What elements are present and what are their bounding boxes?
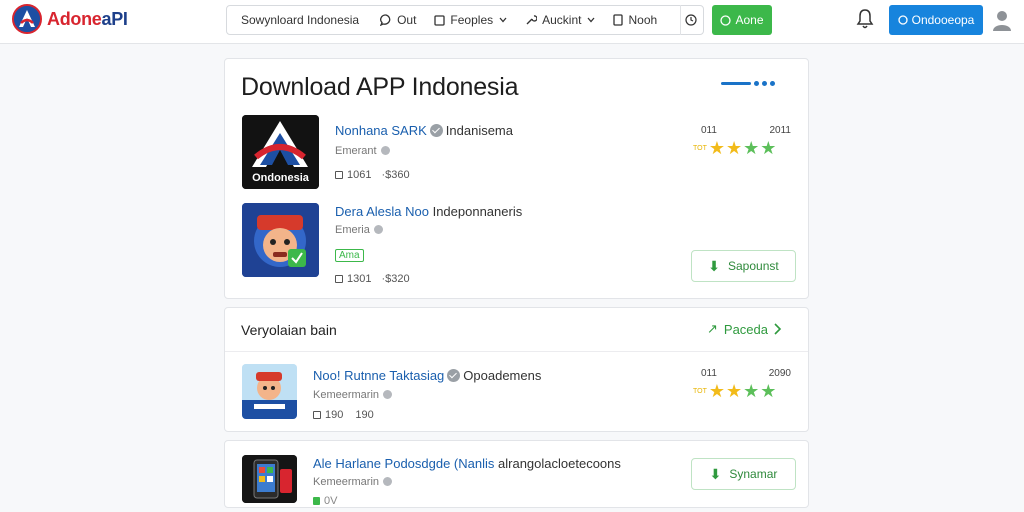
info-icon [373, 225, 383, 234]
section-link[interactable]: ↗ Paceda [707, 321, 782, 337]
more-options-icon[interactable] [721, 81, 775, 86]
app-icon-caption: Ondonesia [252, 172, 309, 184]
circle-check-icon [720, 14, 732, 26]
brand-logo[interactable]: AdoneaPI [12, 4, 128, 34]
app-stats: 1301 ·$320 [335, 273, 410, 285]
app-category: Emeria [335, 224, 383, 236]
nav-feoples[interactable]: Feoples [425, 5, 516, 35]
wrench-icon [526, 15, 538, 25]
nav-nooh[interactable]: Nooh [604, 5, 666, 35]
green-flag-icon [313, 497, 320, 505]
top-bar: AdoneaPI Sowynloard Indonesia Out Feople… [0, 0, 1024, 44]
download-arrow-icon: ⬇ [709, 465, 722, 482]
section-card: Veryolaian bain ↗ Paceda Noo! Rutnne Tak… [224, 307, 809, 432]
app-title[interactable]: Nonhana SARK Indanisema [335, 123, 513, 138]
blue-action-button[interactable]: Ondooeopa [889, 5, 983, 35]
avatar[interactable] [990, 8, 1014, 37]
chevron-right-icon [774, 323, 782, 335]
download-card: Download APP Indonesia Ondonesia Nonhana… [224, 58, 809, 299]
app-icon-noo[interactable] [242, 364, 297, 419]
clock-icon[interactable] [681, 14, 701, 26]
chevron-down-icon [587, 17, 595, 23]
section-title: Veryolaian bain [241, 322, 337, 338]
star-icon: ★ [760, 381, 777, 401]
square-icon [434, 14, 446, 26]
install-button[interactable]: ⬇ Sapounst [691, 250, 796, 282]
verified-icon [447, 369, 461, 382]
rating: 011 2090 TOT ★ ★ ★ ★ [693, 368, 791, 401]
download-arrow-icon: ⬇ [708, 257, 720, 274]
main-nav: Sowynloard Indonesia Out Feoples Auckint… [226, 5, 704, 35]
app-title[interactable]: Ale Harlane Podosdgde (Nanlis alrangolac… [313, 456, 621, 471]
verified-icon [429, 124, 443, 137]
chevron-down-icon [499, 17, 507, 23]
bell-icon[interactable] [855, 8, 875, 35]
app-category: Kemeermarin [313, 476, 393, 488]
trend-icon: ↗ [707, 321, 718, 336]
app-category: Emerant [335, 145, 390, 157]
app-stats: 190 190 [313, 409, 374, 421]
star-icon: ★ [760, 138, 777, 158]
star-icon: ★ [708, 138, 726, 158]
rating: 011 2011 TOT ★ ★ ★ ★ [693, 125, 791, 158]
star-icon: ★ [743, 381, 760, 401]
star-rating: TOT ★ ★ ★ ★ [693, 381, 777, 401]
info-icon [383, 477, 393, 486]
info-icon [380, 146, 390, 155]
download-icon [335, 275, 343, 283]
app-icon-nonhana[interactable]: Ondonesia [242, 115, 319, 189]
app-stats: 1061 ·$360 [335, 169, 410, 181]
app-category: Kemeermarin [313, 389, 393, 401]
logo-icon [12, 4, 42, 34]
star-icon: ★ [743, 138, 760, 158]
star-icon: ★ [726, 138, 743, 158]
info-icon [383, 390, 393, 399]
star-icon: ★ [726, 381, 743, 401]
page-title: Download APP Indonesia [241, 73, 519, 101]
nav-download-indonesia[interactable]: Sowynloard Indonesia [227, 5, 371, 35]
download-icon [313, 411, 321, 419]
circle-icon [897, 15, 908, 25]
download-icon [335, 171, 343, 179]
section-header: Veryolaian bain ↗ Paceda [225, 308, 808, 352]
app-stats: 0V [313, 495, 337, 507]
star-rating: TOT ★ ★ ★ ★ [693, 138, 777, 158]
app-icon-ale[interactable] [242, 455, 297, 503]
nav-auckint[interactable]: Auckint [516, 5, 604, 35]
app-badge: Ama [335, 249, 364, 262]
app-icon-dera[interactable] [242, 203, 319, 277]
brand-name: AdoneaPI [47, 8, 128, 29]
star-icon: ★ [708, 381, 726, 401]
phone-icon [613, 14, 624, 26]
install-button[interactable]: ⬇ Synamar [691, 458, 796, 490]
chat-bubble-icon [380, 14, 391, 26]
green-action-button[interactable]: Aone [712, 5, 772, 35]
app-title[interactable]: Dera Alesla Noo Indeponnaneris [335, 204, 522, 219]
app-row-card: Ale Harlane Podosdgde (Nanlis alrangolac… [224, 440, 809, 508]
app-title[interactable]: Noo! Rutnne Taktasiag Opoademens [313, 368, 541, 383]
nav-out[interactable]: Out [371, 5, 425, 35]
